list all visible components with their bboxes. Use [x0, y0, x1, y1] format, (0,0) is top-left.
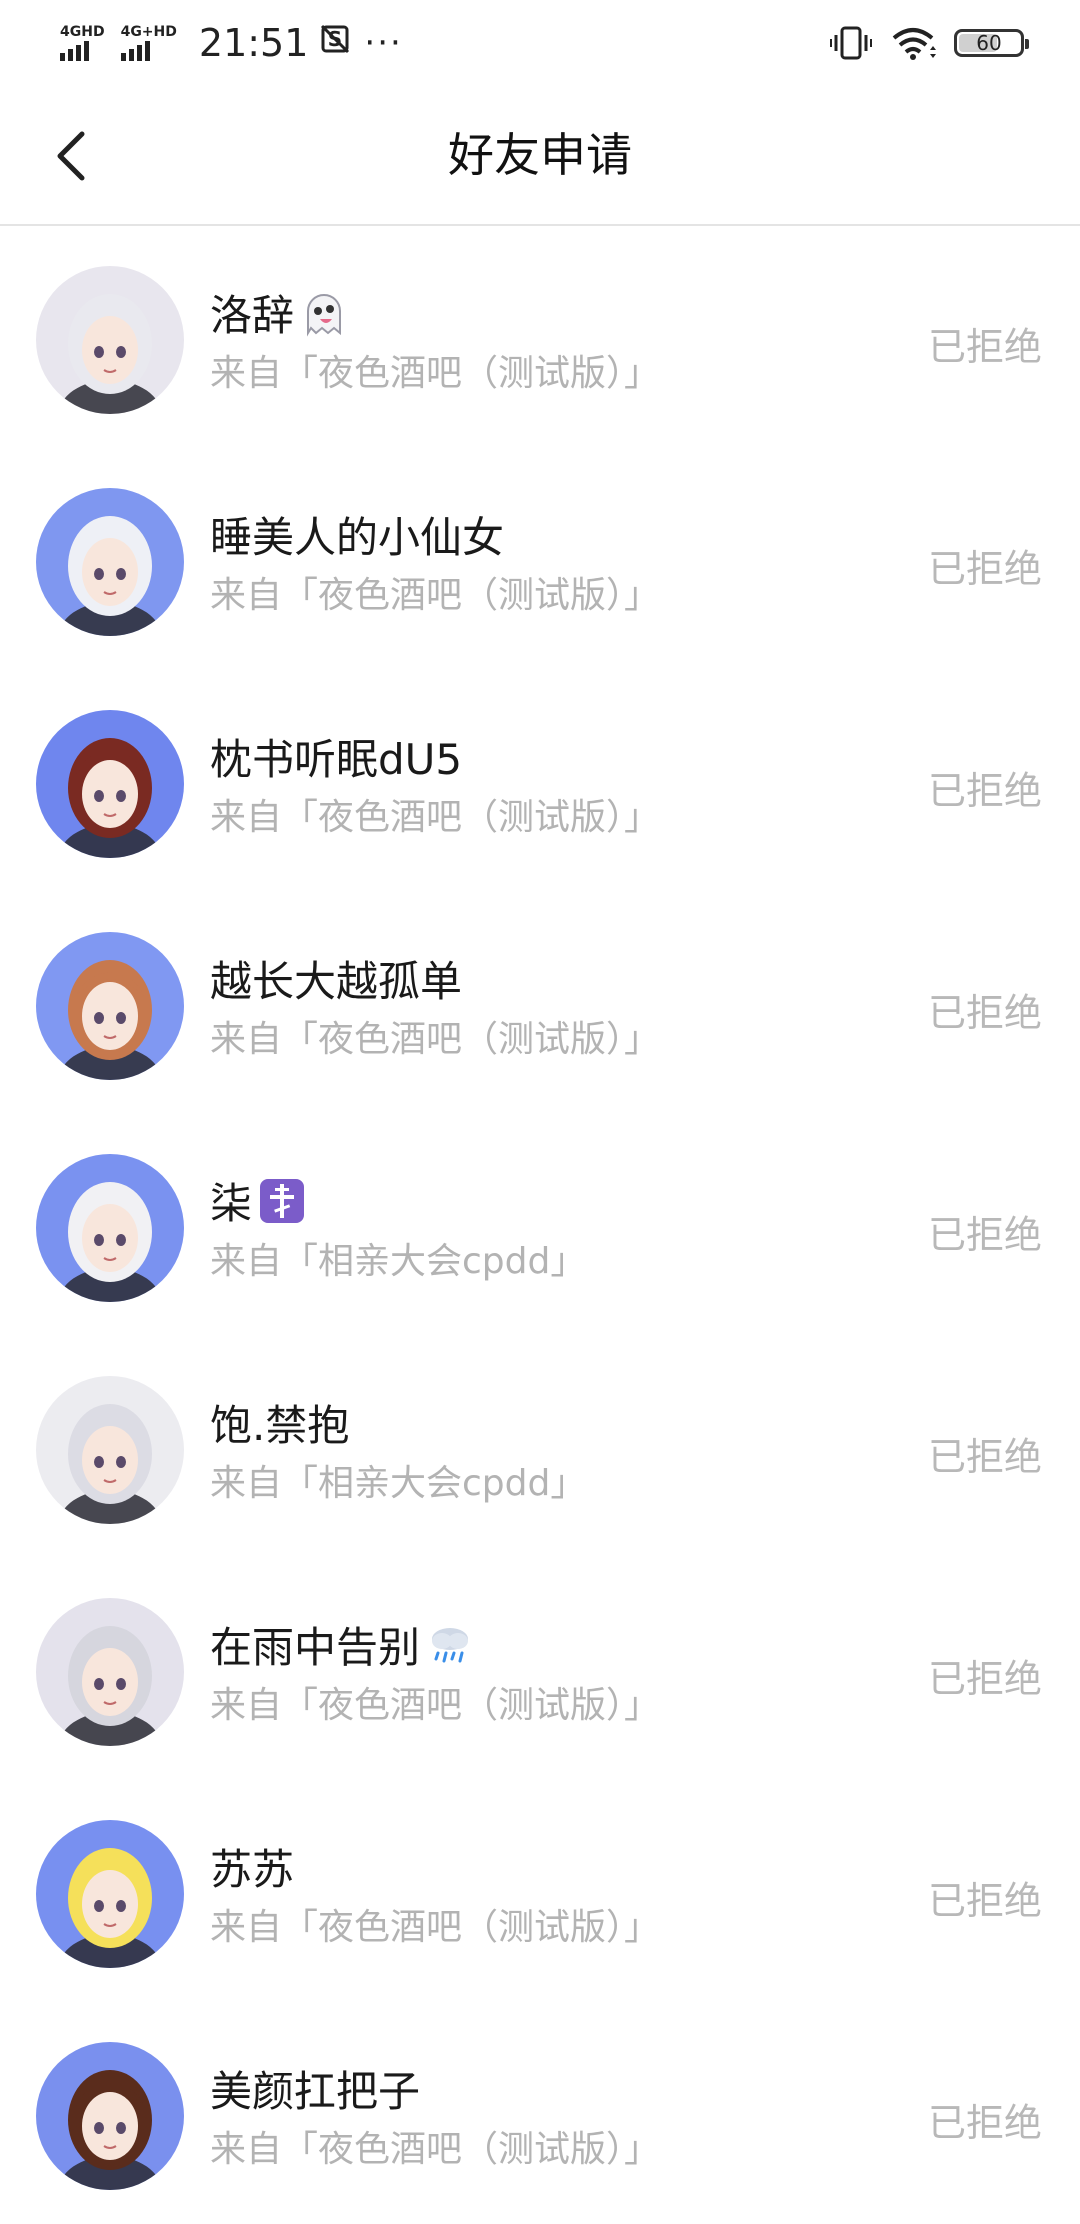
request-status: 已拒绝	[927, 325, 1042, 369]
status-bar: 4GHD 4G+HD 21:51 S ···	[0, 0, 1080, 86]
avatar[interactable]	[36, 1154, 184, 1302]
ghost-icon	[300, 289, 348, 337]
signal-bars-icon	[120, 41, 153, 61]
avatar[interactable]	[36, 2042, 184, 2190]
request-source: 来自「相亲大会cpdd」	[210, 1241, 587, 1282]
avatar[interactable]	[36, 932, 184, 1080]
friend-request-item[interactable]: 在雨中告别来自「夜色酒吧（测试版）」 已拒绝	[0, 1558, 1080, 1780]
requester-name-text: 枕书听眠dU5	[210, 735, 463, 784]
request-status: 已拒绝	[927, 547, 1042, 591]
vibrate-icon	[830, 26, 872, 60]
request-status: 已拒绝	[927, 991, 1042, 1035]
avatar[interactable]	[36, 710, 184, 858]
status-time: 21:51	[198, 21, 309, 65]
request-status: 已拒绝	[927, 1657, 1042, 1701]
requester-name: 美颜扛把子	[210, 2058, 420, 2119]
requester-name-text: 洛辞	[210, 291, 295, 340]
friend-request-item[interactable]: 苏苏来自「夜色酒吧（测试版）」 已拒绝	[0, 1780, 1080, 2002]
requester-name: 在雨中告别	[210, 1614, 474, 1675]
requester-name-text: 饱.禁抱	[210, 1401, 350, 1450]
wifi-icon	[892, 28, 936, 60]
requester-name: 洛辞	[210, 282, 348, 343]
request-status: 已拒绝	[927, 769, 1042, 813]
friend-request-item[interactable]: 睡美人的小仙女来自「夜色酒吧（测试版）」 已拒绝	[0, 448, 1080, 670]
requester-name-text: 柒	[210, 1179, 253, 1228]
request-status: 已拒绝	[927, 1213, 1042, 1257]
avatar[interactable]	[36, 1820, 184, 1968]
signal-strength-2: 4G+HD	[120, 24, 177, 61]
requester-name-text: 美颜扛把子	[210, 2067, 421, 2116]
request-status: 已拒绝	[927, 2101, 1042, 2145]
request-source: 来自「夜色酒吧（测试版）」	[210, 353, 661, 394]
request-source: 来自「夜色酒吧（测试版）」	[210, 575, 661, 616]
friend-request-list: 洛辞 来自「夜色酒吧（测试版）」 已拒绝 睡美人的小仙女 来自「夜色酒吧（测试版）」 已拒…	[0, 226, 1080, 2224]
request-source: 来自「夜色酒吧（测试版）」	[210, 1907, 661, 1948]
request-source: 来自「夜色酒吧（测试版）」	[210, 1685, 661, 1726]
signal-1-label: 4GHD	[60, 24, 105, 40]
requester-name-text: 苏苏	[210, 1845, 295, 1894]
orthodox-cross-icon	[258, 1177, 306, 1225]
request-status: 已拒绝	[927, 1435, 1042, 1479]
request-source: 来自「夜色酒吧（测试版）」	[210, 2129, 661, 2170]
requester-name: 饱.禁抱	[210, 1392, 349, 1453]
rain-cloud-icon	[426, 1621, 474, 1669]
friend-request-item[interactable]: 越长大越孤单来自「夜色酒吧（测试版）」 已拒绝	[0, 892, 1080, 1114]
notification-s-icon: S	[320, 24, 350, 62]
requester-name: 枕书听眠dU5	[210, 726, 462, 787]
page-title: 好友申请	[448, 128, 632, 182]
avatar[interactable]	[36, 1376, 184, 1524]
requester-name-text: 越长大越孤单	[210, 957, 463, 1006]
status-bar-right: 60	[830, 26, 1029, 60]
friend-request-item[interactable]: 美颜扛把子来自「夜色酒吧（测试版）」 已拒绝	[0, 2002, 1080, 2224]
friend-request-item[interactable]: 枕书听眠dU5 来自「夜色酒吧（测试版）」 已拒绝	[0, 670, 1080, 892]
navigation-bar: 好友申请	[0, 86, 1080, 226]
requester-name: 柒	[210, 1170, 306, 1231]
signal-2-label: 4G+HD	[120, 24, 177, 40]
battery-icon: 60	[954, 29, 1029, 57]
avatar[interactable]	[36, 1598, 184, 1746]
friend-request-item[interactable]: 洛辞来自「夜色酒吧（测试版）」 已拒绝	[0, 226, 1080, 448]
requester-name: 睡美人的小仙女	[210, 504, 504, 565]
friend-request-item[interactable]: 饱.禁抱来自「相亲大会cpdd」 已拒绝	[0, 1336, 1080, 1558]
more-notifications-icon: ···	[364, 23, 403, 63]
avatar[interactable]	[36, 488, 184, 636]
signal-bars-icon	[60, 41, 92, 61]
requester-name: 越长大越孤单	[210, 948, 462, 1009]
requester-name-text: 睡美人的小仙女	[210, 513, 505, 562]
battery-level: 60	[976, 31, 1002, 55]
request-source: 来自「相亲大会cpdd」	[210, 1463, 587, 1504]
request-source: 来自「夜色酒吧（测试版）」	[210, 797, 661, 838]
status-bar-left: 4GHD 4G+HD 21:51 S ···	[60, 21, 403, 65]
friend-request-item[interactable]: 柒来自「相亲大会cpdd」 已拒绝	[0, 1114, 1080, 1336]
avatar[interactable]	[36, 266, 184, 414]
request-status: 已拒绝	[927, 1879, 1042, 1923]
requester-name: 苏苏	[210, 1836, 294, 1897]
requester-name-text: 在雨中告别	[210, 1623, 421, 1672]
request-source: 来自「夜色酒吧（测试版）」	[210, 1019, 661, 1060]
signal-strength-1: 4GHD	[60, 25, 105, 61]
